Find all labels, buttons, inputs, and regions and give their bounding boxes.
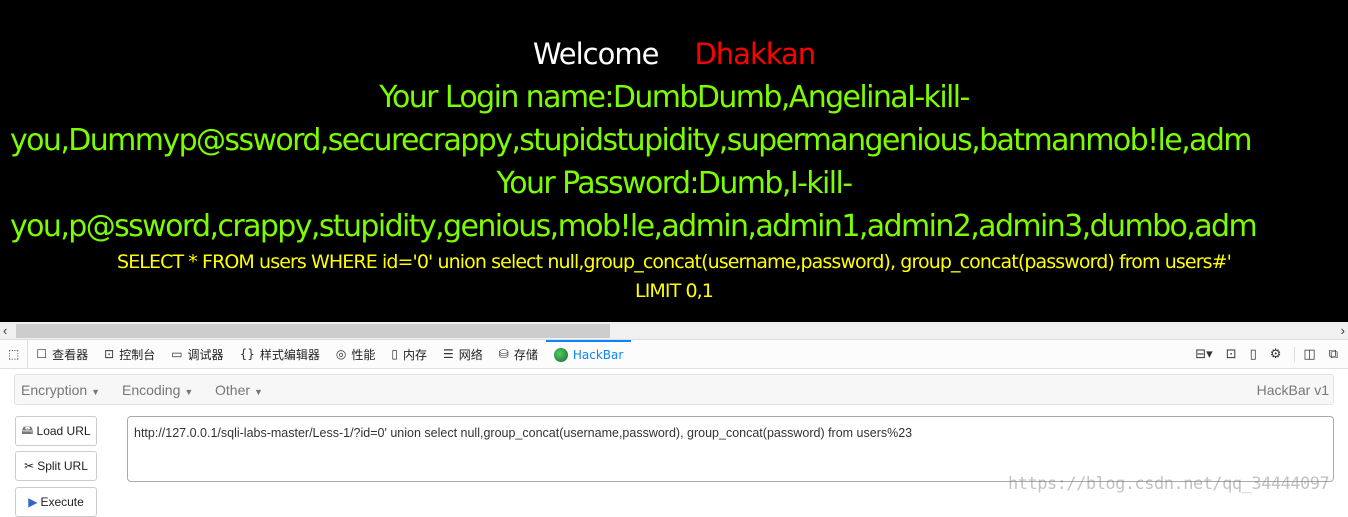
- play-icon: ▶: [28, 495, 38, 509]
- pick-element-icon: ⬚: [8, 347, 20, 361]
- password-line1: Your Password:Dumb,I-kill-: [496, 166, 853, 201]
- scrollbar-thumb[interactable]: [16, 324, 610, 338]
- pick-element-button[interactable]: ⬚: [0, 339, 29, 369]
- sql-query-line2: LIMIT 0,1: [635, 280, 714, 302]
- dock-layout-icon[interactable]: ⊟▾: [1195, 347, 1212, 362]
- split-url-button[interactable]: ✂ Split URL: [15, 451, 97, 481]
- hackbar-icon: [553, 348, 568, 362]
- storage-icon: ⛁: [498, 347, 509, 361]
- tab-label: 内存: [402, 347, 427, 362]
- page-content: Welcome Dhakkan Your Login name:DumbDumb,…: [0, 0, 1348, 322]
- tab-inspector[interactable]: ☐ 查看器: [28, 340, 96, 369]
- tab-hackbar[interactable]: HackBar: [545, 339, 632, 369]
- memory-icon: ▯: [391, 347, 398, 361]
- menu-label: Encryption: [21, 382, 88, 398]
- execute-button[interactable]: ▶ Execute: [15, 487, 97, 517]
- separate-window-icon[interactable]: ⧉: [1329, 347, 1338, 362]
- responsive-design-icon[interactable]: ▯: [1250, 347, 1257, 362]
- login-name-line1: Your Login name:DumbDumb,AngelinaI-kill-: [379, 80, 970, 115]
- tab-network[interactable]: ☰ 网络: [435, 340, 491, 369]
- login-name-line2: you,Dummyp@ssword,securecrappy,stupidstu…: [10, 123, 1253, 158]
- tab-memory[interactable]: ▯ 内存: [383, 340, 435, 369]
- welcome-line: Welcome Dhakkan: [0, 37, 1348, 71]
- console-icon: ⊡: [104, 347, 115, 361]
- watermark: https://blog.csdn.net/qq_34444097: [1008, 474, 1330, 494]
- dock-side-icon[interactable]: ◫: [1294, 347, 1316, 362]
- button-label: Split URL: [37, 459, 88, 473]
- tab-performance[interactable]: ◎ 性能: [328, 340, 384, 369]
- tab-label: 控制台: [119, 347, 156, 362]
- split-console-icon[interactable]: ⊡: [1226, 347, 1237, 362]
- scissors-icon: ✂: [24, 459, 35, 473]
- tab-debugger[interactable]: ▭ 调试器: [163, 340, 231, 369]
- tab-label: HackBar: [572, 348, 624, 362]
- sql-query-line1: SELECT * FROM users WHERE id='0' union s…: [117, 251, 1232, 273]
- menu-label: Other: [215, 382, 251, 398]
- caret-down-icon: ▼: [184, 387, 194, 397]
- caret-down-icon: ▼: [91, 387, 101, 397]
- encryption-menu[interactable]: Encryption ▼: [21, 382, 100, 398]
- button-label: Execute: [40, 495, 84, 509]
- button-label: Load URL: [36, 424, 91, 438]
- user-name: Dhakkan: [694, 37, 816, 71]
- load-url-icon: 🖴: [21, 422, 34, 437]
- tab-label: 网络: [458, 347, 483, 362]
- tab-storage[interactable]: ⛁ 存储: [491, 340, 546, 369]
- tab-label: 性能: [351, 347, 376, 362]
- scroll-right-icon[interactable]: ›: [1341, 322, 1345, 340]
- debugger-icon: ▭: [171, 347, 183, 361]
- tab-style-editor[interactable]: {} 样式编辑器: [232, 340, 328, 369]
- tab-console[interactable]: ⊡ 控制台: [96, 340, 163, 369]
- welcome-text: Welcome: [532, 37, 660, 71]
- encoding-menu[interactable]: Encoding ▼: [122, 382, 193, 398]
- horizontal-scrollbar[interactable]: ‹ ›: [0, 322, 1348, 340]
- caret-down-icon: ▼: [254, 387, 263, 397]
- hackbar-version: HackBar v1: [1256, 382, 1329, 398]
- other-menu[interactable]: Other ▼: [215, 382, 263, 398]
- style-editor-icon: {}: [239, 347, 255, 361]
- hackbar-menubar: Encryption ▼ Encoding ▼ Other ▼ HackBar v1: [14, 374, 1334, 405]
- url-textarea[interactable]: http://127.0.0.1/sqli-labs-master/Less-1…: [127, 416, 1334, 482]
- performance-icon: ◎: [335, 347, 347, 361]
- tab-label: 查看器: [52, 347, 89, 362]
- password-line2: you,p@ssword,crappy,stupidity,genious,mo…: [10, 209, 1258, 244]
- gear-icon[interactable]: ⚙: [1270, 347, 1282, 362]
- tab-label: 存储: [513, 347, 538, 362]
- scroll-left-icon[interactable]: ‹: [3, 322, 7, 340]
- tab-label: 调试器: [187, 347, 224, 362]
- menu-label: Encoding: [122, 382, 181, 398]
- inspector-icon: ☐: [36, 347, 48, 361]
- tab-label: 样式编辑器: [259, 347, 320, 362]
- network-icon: ☰: [442, 347, 454, 361]
- load-url-button[interactable]: 🖴 Load URL: [15, 416, 97, 446]
- devtools-tabbar: ⬚ ☐ 查看器 ⊡ 控制台 ▭ 调试器 {} 样式编辑器 ◎ 性能 ▯ 内存 ☰ 网络 ⛁ 存储…: [0, 339, 1348, 369]
